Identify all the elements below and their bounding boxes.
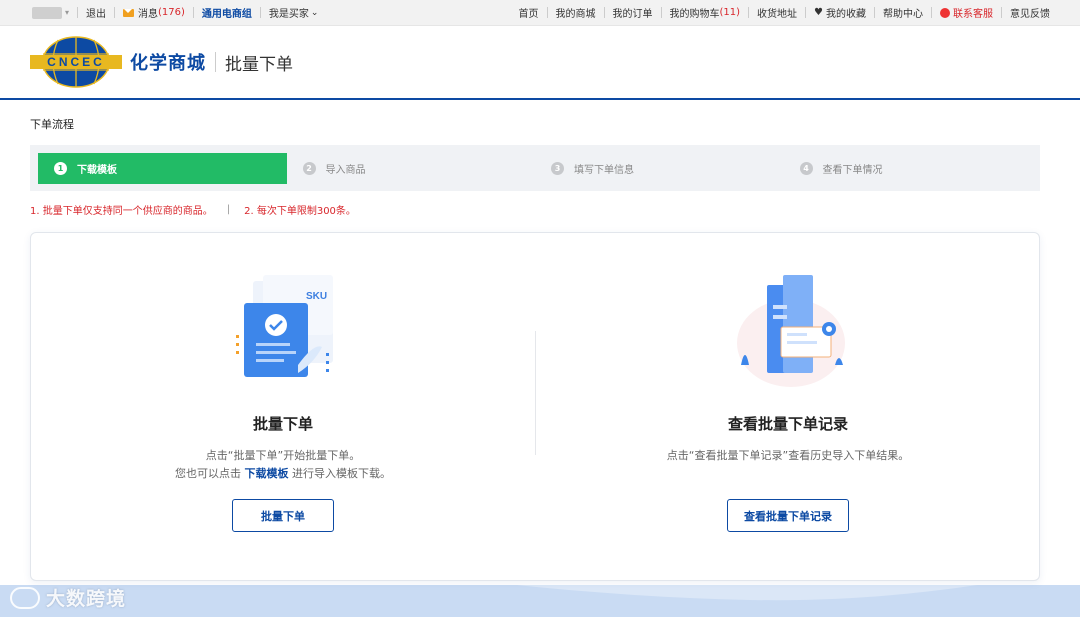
step-number: 4	[799, 161, 813, 175]
batch-order-title: 批量下单	[252, 415, 313, 433]
messages-link[interactable]: 消息	[138, 5, 158, 20]
download-template-link[interactable]: 下载模板	[245, 467, 289, 480]
top-utility-bar: ▾ 退出 消息 (176) 通用电商组 我是买家 ⌄ 首页 我的商城 我的订单 …	[0, 0, 1080, 26]
watermark: 大数跨境	[10, 584, 126, 611]
svg-text:CNCEC: CNCEC	[47, 55, 105, 69]
my-mall-link[interactable]: 我的商城	[556, 5, 596, 20]
step-label: 查看下单情况	[822, 164, 883, 176]
order-notice: 1. 批量下单仅支持同一个供应商的商品。 | 2. 每次下单限制300条。	[30, 204, 356, 217]
step-view-order-status: 4 查看下单情况	[784, 153, 1033, 184]
watermark-logo-icon	[10, 586, 40, 609]
batch-order-button[interactable]: 批量下单	[232, 499, 334, 532]
step-fill-order-info: 3 填写下单信息	[535, 153, 784, 184]
site-header: CNCEC 化学商城 批量下单	[0, 26, 1080, 100]
step-import-goods: 2 导入商品	[287, 153, 536, 184]
view-order-records-button[interactable]: 查看批量下单记录	[727, 499, 849, 532]
svg-text:SKU: SKU	[306, 291, 327, 302]
page-title: 批量下单	[225, 54, 293, 75]
notice-supplier-limit: 1. 批量下单仅支持同一个供应商的商品。	[30, 206, 213, 217]
order-steps: 1 下载模板 2 导入商品 3 填写下单信息 4 查看下单情况	[30, 145, 1040, 191]
chevron-down-icon[interactable]: ⌄	[311, 8, 319, 18]
flow-title: 下单流程	[30, 118, 74, 131]
headset-icon	[940, 7, 950, 18]
notice-row-limit: 2. 每次下单限制300条。	[244, 206, 356, 217]
cart-link[interactable]: 我的购物车	[670, 5, 720, 20]
batch-order-description: 点击“批量下单”开始批量下单。 您也可以点击 下载模板 进行导入模板下载。	[175, 449, 391, 480]
support-link[interactable]: 联系客服	[953, 5, 993, 20]
batch-order-card: SKU 批量下单 点击“批量下单”开始批量下单。 您也可以点击 下载模板 进行导…	[30, 232, 1040, 581]
address-link[interactable]: 收货地址	[757, 5, 797, 20]
step-download-template: 1 下载模板	[38, 152, 287, 184]
chevron-down-icon[interactable]: ▾	[65, 8, 69, 17]
step-label: 填写下单信息	[574, 164, 634, 176]
favorites-link[interactable]: 我的收藏	[826, 5, 866, 20]
heart-icon: ♥	[814, 7, 823, 18]
step-number: 3	[551, 161, 564, 175]
help-link[interactable]: 帮助中心	[883, 5, 923, 20]
cart-count[interactable]: (11)	[720, 7, 741, 18]
feedback-link[interactable]: 意见反馈	[1010, 5, 1050, 20]
order-records-panel: 查看批量下单记录 点击“查看批量下单记录”查看历史导入下单结果。 查看批量下单记…	[536, 233, 1040, 580]
step-label: 导入商品	[325, 164, 366, 176]
cncec-logo[interactable]: CNCEC	[28, 36, 124, 88]
group-link[interactable]: 通用电商组	[202, 5, 252, 20]
records-search-illustration	[737, 275, 845, 387]
mail-icon	[123, 8, 135, 17]
messages-count[interactable]: (176)	[158, 7, 185, 18]
step-number: 1	[54, 161, 67, 175]
order-records-description: 点击“查看批量下单记录”查看历史导入下单结果。	[666, 449, 910, 462]
logout-link[interactable]: 退出	[86, 5, 106, 20]
step-number: 2	[302, 161, 316, 175]
my-orders-link[interactable]: 我的订单	[613, 5, 653, 20]
document-check-illustration: SKU	[236, 275, 333, 377]
username-redacted[interactable]	[32, 6, 62, 19]
buyer-dropdown[interactable]: 我是买家	[269, 5, 309, 20]
order-records-title: 查看批量下单记录	[727, 415, 848, 433]
batch-order-panel: SKU 批量下单 点击“批量下单”开始批量下单。 您也可以点击 下载模板 进行导…	[31, 233, 535, 580]
step-label: 下载模板	[77, 164, 117, 176]
home-link[interactable]: 首页	[519, 5, 539, 20]
main-content: 下单流程 1 下载模板 2 导入商品 3 填写下单信息 4 查看下单情况 1. …	[0, 100, 1080, 585]
brand-name[interactable]: 化学商城	[130, 49, 206, 75]
